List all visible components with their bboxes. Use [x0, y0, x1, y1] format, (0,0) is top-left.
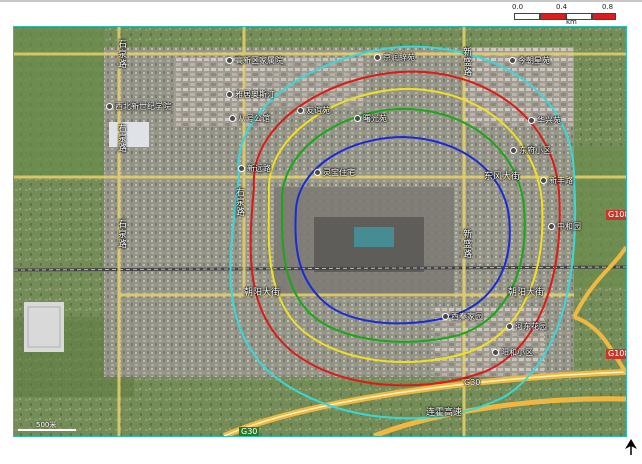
window-top-rule: [0, 0, 642, 2]
label-youquan-road-2: 石泉路: [116, 219, 126, 249]
greenhouse-sw: [24, 302, 64, 352]
building-white: [109, 122, 149, 147]
poi-jinghui: 今朝星苑: [509, 57, 550, 65]
poi-icon: [226, 91, 233, 98]
scale-segment-4: [592, 13, 616, 20]
poi-dongfu: 东府小区: [510, 147, 551, 155]
poi-icon: [548, 223, 555, 230]
scale-segment-1: [514, 13, 540, 20]
scale-tick-0: 0.0: [512, 3, 524, 11]
poi-icon: [229, 115, 236, 122]
poi-jingyi: 京润辞苑: [374, 54, 415, 62]
poi-icon: [540, 177, 547, 184]
poi-gaoxin-1: 高新区家属院: [226, 57, 283, 65]
poi-icon: [226, 57, 233, 64]
poi-shuguang: 曙光苑: [354, 115, 387, 123]
poi-zhonghe: 中和园: [548, 223, 581, 231]
label-chaoyang-ave: 朝阳大街: [244, 288, 281, 298]
poi-xibei: 西北新世纪学院: [106, 103, 171, 111]
scale-unit: km: [566, 18, 577, 26]
label-chaoyang-ave-2: 朝阳大街: [508, 288, 545, 298]
poi-icon: [297, 107, 304, 114]
poi-icon: [509, 57, 516, 64]
label-g108: G108: [606, 210, 626, 220]
label-youquan-road: 右泉路: [116, 123, 126, 153]
map-view[interactable]: 石泉路 右泉路 石泉路 右泉路 新盛路 新盛路 朝阳大街 朝阳大街 东风大街 连…: [13, 26, 627, 437]
poi-icon: [492, 349, 499, 356]
label-xinsheng-road: 新盛路: [461, 47, 471, 77]
poi-yaji: 雅居奥斯汀: [226, 91, 275, 99]
scale-bottom-line: [18, 429, 76, 431]
poi-lingbao: 灵宝住宅: [314, 169, 355, 177]
poi-youyuan: 友谊苑: [297, 107, 330, 115]
label-lianhuo-expressway: 连霍高速: [426, 408, 463, 418]
poi-xinyuan: 新远路: [238, 165, 271, 173]
water-tanks: [354, 227, 394, 247]
poi-icon: [374, 54, 381, 61]
poi-xiqin: 西秦家园: [442, 313, 483, 321]
poi-icon: [238, 165, 245, 172]
scale-bar-top: 0.0 0.4 0.8 km: [512, 3, 616, 26]
poi-bahao: 八号公馆: [229, 115, 270, 123]
poi-hedong: 河东花园: [506, 323, 547, 331]
scale-tick-2: 0.8: [602, 3, 614, 11]
scale-segment-2: [540, 13, 566, 20]
label-g108-b: G108: [606, 349, 626, 359]
poi-icon: [506, 323, 513, 330]
poi-icon: [442, 313, 449, 320]
label-dongfeng-ave: 东风大街: [484, 172, 521, 182]
poi-xin: 新丰路: [540, 177, 573, 185]
poi-icon: [106, 103, 113, 110]
map-canvas: [14, 27, 626, 436]
poi-yanghe: 阳和小区: [492, 349, 533, 357]
label-xinsheng-road-2: 新盛路: [461, 229, 471, 259]
scale-tick-1: 0.4: [556, 3, 568, 11]
poi-huaxing: 华兴苑: [528, 117, 561, 125]
label-shiquan-road: 石泉路: [116, 39, 126, 69]
north-arrow-icon: [624, 438, 638, 456]
field-nw: [14, 27, 104, 177]
scale-bar-bottom: 500米: [18, 420, 80, 432]
poi-icon: [528, 117, 535, 124]
poi-icon: [314, 169, 321, 176]
label-g30: G30: [239, 427, 260, 436]
label-road-central: 右泉路: [234, 187, 244, 217]
label-g30-b: G30: [464, 378, 481, 387]
poi-icon: [510, 147, 517, 154]
poi-icon: [354, 115, 361, 122]
